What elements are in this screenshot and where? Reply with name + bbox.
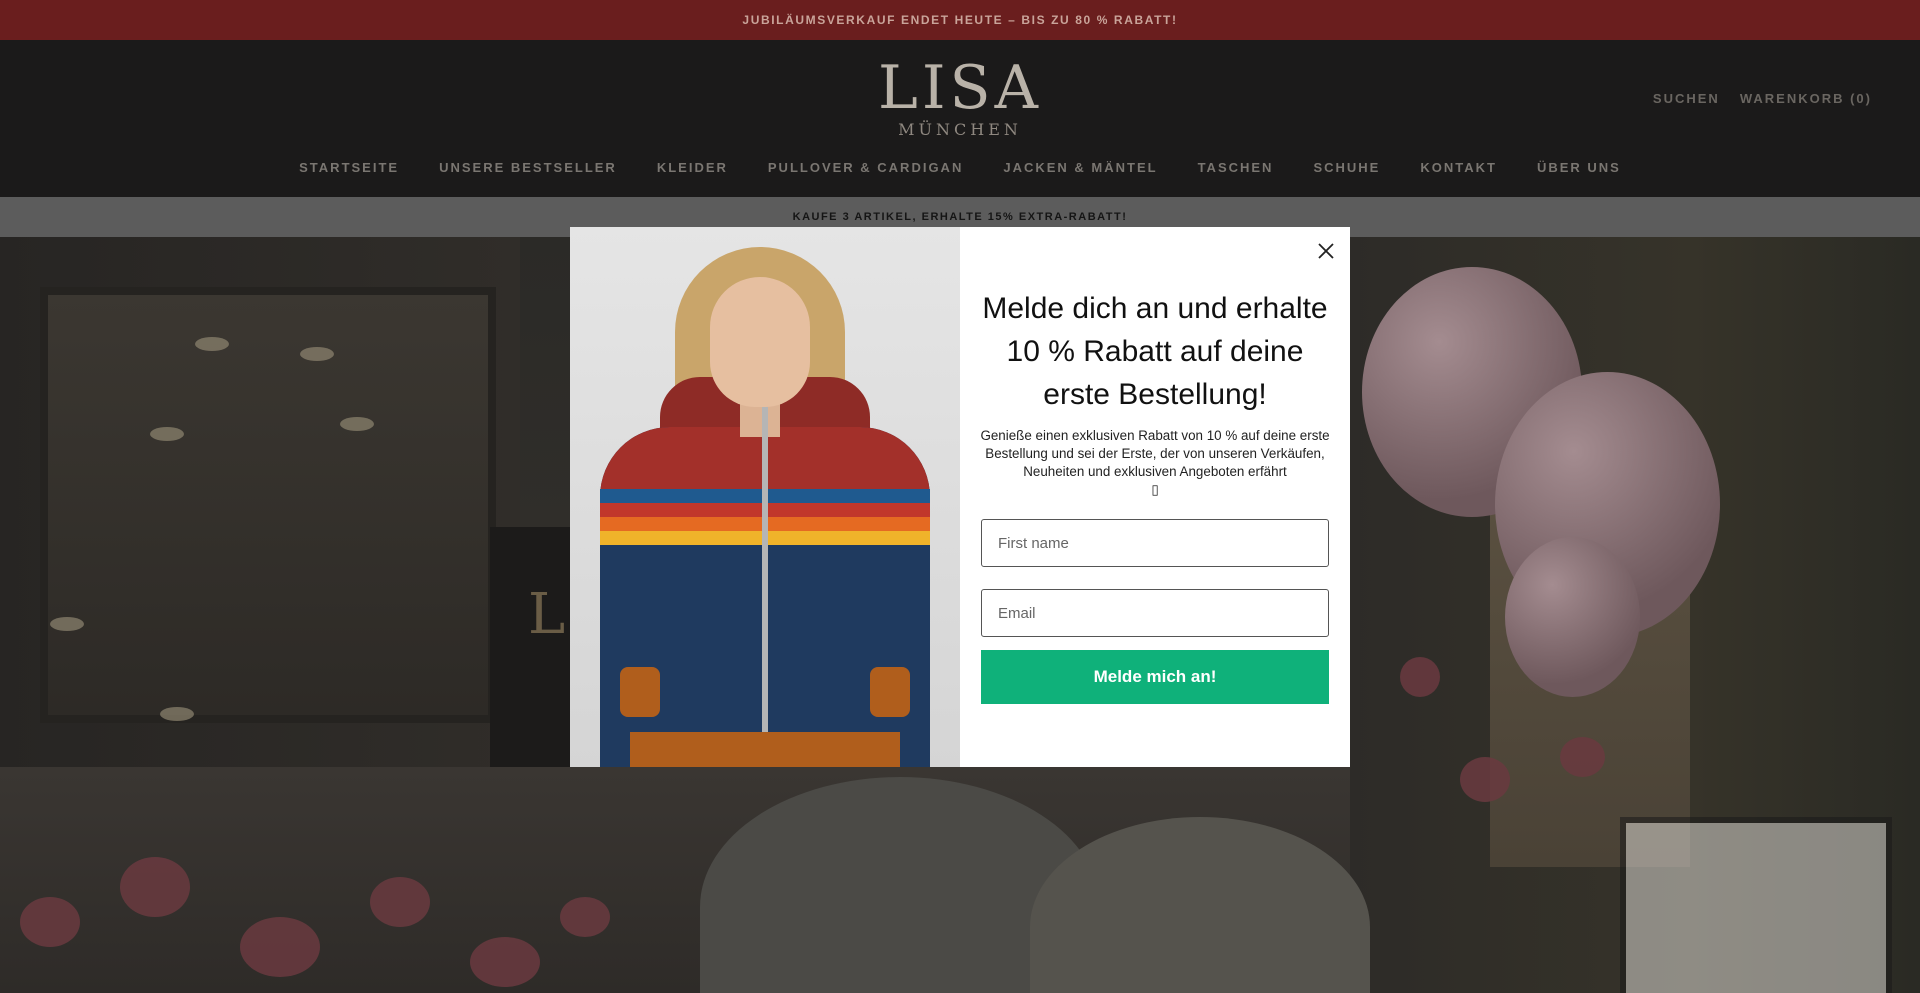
popup-description-glyph: ▯ <box>1151 482 1159 497</box>
first-name-input[interactable] <box>981 519 1329 567</box>
popup-title: Melde dich an und erhalte 10 % Rabatt au… <box>982 292 1328 411</box>
popup-image-zip <box>762 407 768 767</box>
email-input[interactable] <box>981 589 1329 637</box>
popup-description: Genieße einen exklusiven Rabatt von 10 %… <box>980 427 1330 499</box>
popup-product-image <box>570 227 960 767</box>
signup-popup: Melde dich an und erhalte 10 % Rabatt au… <box>570 227 1350 767</box>
close-icon[interactable] <box>1314 239 1338 263</box>
popup-image-hem <box>630 732 900 767</box>
popup-description-text: Genieße einen exklusiven Rabatt von 10 %… <box>980 428 1330 479</box>
popup-content: Melde dich an und erhalte 10 % Rabatt au… <box>960 227 1350 767</box>
popup-image-cuff <box>620 667 660 717</box>
signup-submit-button[interactable]: Melde mich an! <box>981 650 1329 704</box>
popup-image-face <box>710 277 810 407</box>
popup-image-cuff <box>870 667 910 717</box>
